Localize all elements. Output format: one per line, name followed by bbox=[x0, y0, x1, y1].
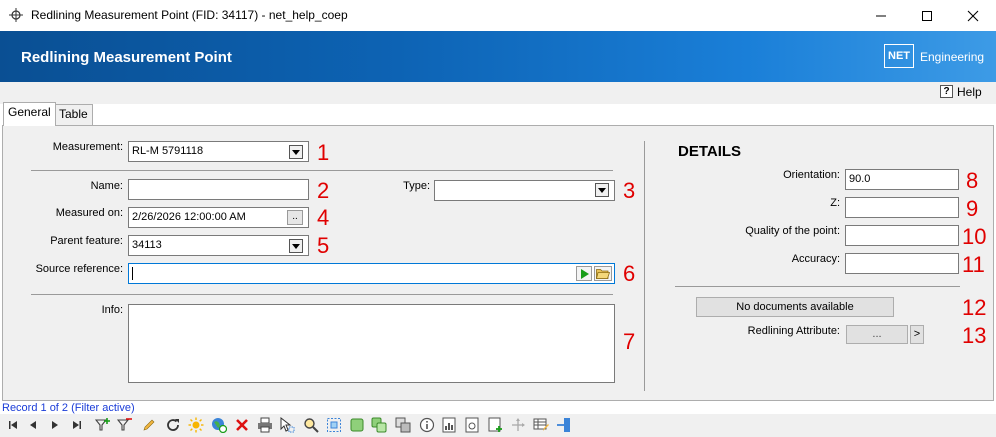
marker-6: 6 bbox=[623, 261, 636, 286]
marker-2: 2 bbox=[317, 178, 330, 203]
marker-7: 7 bbox=[623, 329, 636, 354]
document-view-icon[interactable] bbox=[463, 416, 481, 434]
orientation-input[interactable]: 90.0 bbox=[845, 169, 959, 190]
layers-icon[interactable] bbox=[394, 416, 412, 434]
info-label: Info: bbox=[101, 304, 123, 316]
divider bbox=[31, 294, 613, 295]
source-reference-label: Source reference: bbox=[35, 263, 123, 275]
green-square-icon[interactable] bbox=[348, 416, 366, 434]
refresh-icon[interactable] bbox=[164, 416, 182, 434]
net-logo: NET bbox=[884, 44, 914, 68]
info-icon[interactable] bbox=[418, 416, 436, 434]
table-edit-icon[interactable] bbox=[532, 416, 550, 434]
help-icon[interactable]: ? bbox=[940, 85, 953, 98]
remove-filter-icon[interactable] bbox=[116, 416, 134, 434]
folder-open-icon[interactable] bbox=[594, 266, 612, 281]
date-picker-button[interactable]: .. bbox=[287, 210, 303, 225]
z-input[interactable] bbox=[845, 197, 959, 218]
tab-table[interactable]: Table bbox=[54, 104, 93, 125]
vertical-divider bbox=[644, 141, 645, 391]
help-link[interactable]: Help bbox=[957, 85, 982, 99]
divider bbox=[31, 170, 613, 171]
marker-11: 11 bbox=[962, 252, 985, 277]
record-status: Record 1 of 2 (Filter active) bbox=[2, 402, 135, 414]
details-heading: DETAILS bbox=[678, 143, 742, 160]
parent-feature-value: 34113 bbox=[132, 239, 162, 251]
marker-3: 3 bbox=[623, 178, 636, 203]
info-textarea[interactable] bbox=[128, 304, 615, 383]
banner-title: Redlining Measurement Point bbox=[21, 49, 232, 66]
delete-icon[interactable] bbox=[233, 416, 251, 434]
highlight-sun-icon[interactable] bbox=[187, 416, 205, 434]
header-banner: Redlining Measurement Point NET Engineer… bbox=[0, 31, 996, 82]
globe-sync-icon[interactable] bbox=[210, 416, 228, 434]
previous-record-icon[interactable] bbox=[24, 416, 42, 434]
parent-feature-select[interactable]: 34113 bbox=[128, 235, 309, 256]
close-button[interactable] bbox=[950, 0, 996, 31]
marker-4: 4 bbox=[317, 205, 330, 230]
measurement-label: Measurement: bbox=[52, 141, 123, 153]
measured-on-value: 2/26/2026 12:00:00 AM bbox=[132, 211, 246, 223]
exit-icon[interactable] bbox=[555, 416, 573, 434]
marker-5: 5 bbox=[317, 233, 330, 258]
marker-12: 12 bbox=[962, 295, 987, 320]
name-input[interactable] bbox=[128, 179, 309, 200]
maximize-button[interactable] bbox=[904, 0, 950, 31]
measurement-select[interactable]: RL-M 5791118 bbox=[128, 141, 309, 162]
redlining-attribute-open-button[interactable]: > bbox=[910, 325, 924, 344]
crosshair-app-icon bbox=[9, 8, 23, 22]
zoom-icon[interactable] bbox=[302, 416, 320, 434]
quality-label: Quality of the point: bbox=[745, 225, 840, 237]
redlining-attribute-label: Redlining Attribute: bbox=[747, 325, 840, 337]
marker-10: 10 bbox=[962, 224, 987, 249]
minimize-button[interactable] bbox=[858, 0, 904, 31]
next-record-icon[interactable] bbox=[46, 416, 64, 434]
type-select[interactable] bbox=[434, 180, 615, 201]
type-label: Type: bbox=[403, 180, 430, 192]
marker-9: 9 bbox=[966, 196, 979, 221]
play-icon[interactable] bbox=[576, 266, 592, 281]
marker-13: 13 bbox=[962, 323, 987, 348]
last-record-icon[interactable] bbox=[68, 416, 86, 434]
measured-on-label: Measured on: bbox=[55, 207, 123, 219]
help-strip bbox=[0, 82, 996, 104]
window-title: Redlining Measurement Point (FID: 34117)… bbox=[31, 8, 348, 22]
move-icon[interactable] bbox=[509, 416, 527, 434]
documents-button[interactable]: No documents available bbox=[696, 297, 894, 317]
select-pointer-icon[interactable] bbox=[278, 416, 296, 434]
chevron-down-icon[interactable] bbox=[595, 183, 609, 197]
quality-input[interactable] bbox=[845, 225, 959, 246]
parent-feature-label: Parent feature: bbox=[50, 235, 123, 247]
measurement-value: RL-M 5791118 bbox=[132, 145, 204, 157]
chevron-down-icon[interactable] bbox=[289, 239, 303, 253]
first-record-icon[interactable] bbox=[4, 416, 22, 434]
source-reference-input[interactable] bbox=[128, 263, 615, 284]
marker-8: 8 bbox=[966, 168, 979, 193]
text-cursor bbox=[132, 266, 133, 280]
tab-general[interactable]: General bbox=[3, 102, 56, 126]
chart-report-icon[interactable] bbox=[440, 416, 458, 434]
name-label: Name: bbox=[90, 180, 123, 192]
orientation-label: Orientation: bbox=[783, 169, 840, 181]
select-area-icon[interactable] bbox=[325, 416, 343, 434]
add-filter-icon[interactable] bbox=[94, 416, 112, 434]
brand-text: Engineering bbox=[920, 50, 985, 64]
copy-geometry-icon[interactable] bbox=[370, 416, 388, 434]
measured-on-field[interactable]: 2/26/2026 12:00:00 AM bbox=[128, 207, 309, 228]
divider bbox=[675, 286, 960, 287]
z-label: Z: bbox=[830, 197, 840, 209]
marker-1: 1 bbox=[317, 140, 330, 165]
add-document-icon[interactable] bbox=[486, 416, 504, 434]
pencil-edit-icon[interactable] bbox=[140, 416, 158, 434]
title-bar: Redlining Measurement Point (FID: 34117)… bbox=[0, 0, 996, 31]
redlining-attribute-button[interactable]: ... bbox=[846, 325, 908, 344]
chevron-down-icon[interactable] bbox=[289, 145, 303, 159]
accuracy-input[interactable] bbox=[845, 253, 959, 274]
accuracy-label: Accuracy: bbox=[791, 253, 840, 265]
print-icon[interactable] bbox=[256, 416, 274, 434]
